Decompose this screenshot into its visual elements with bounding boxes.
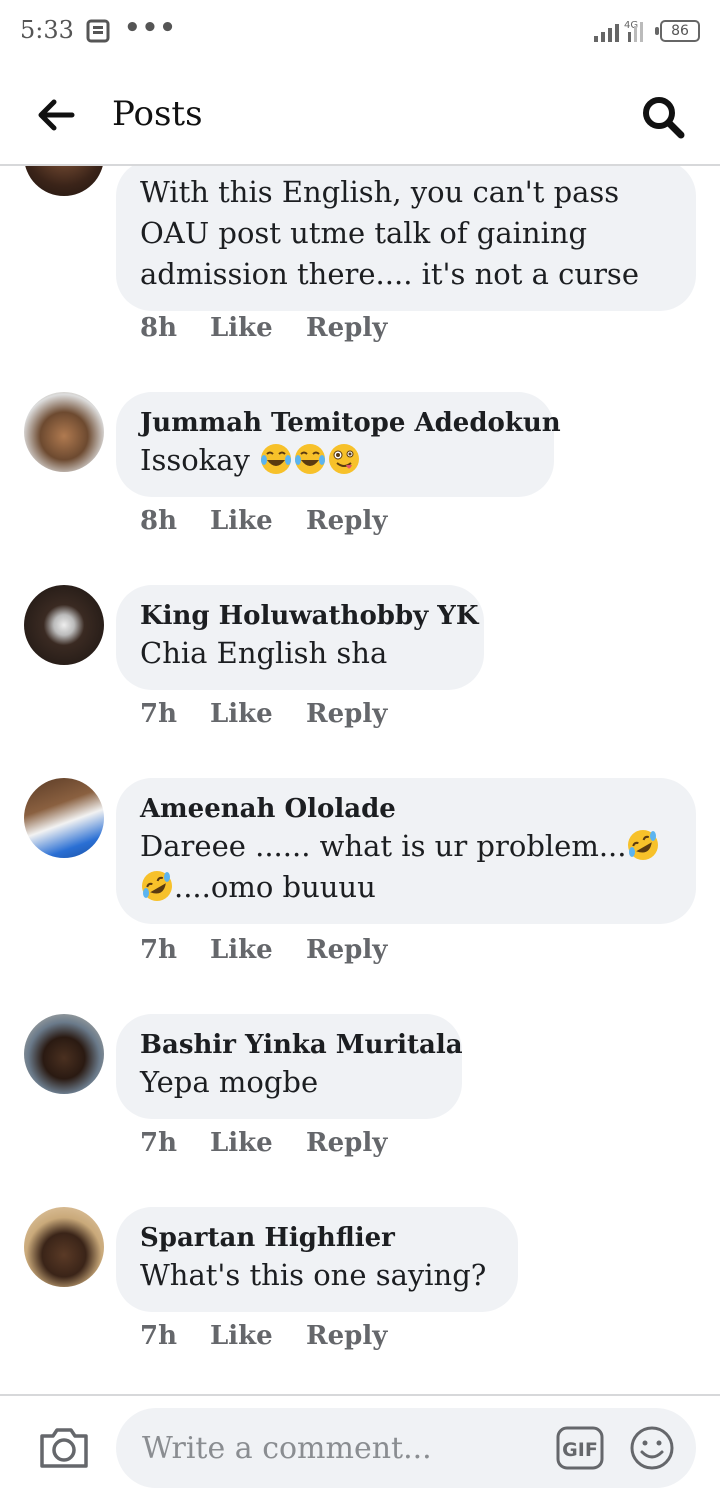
reply-button[interactable]: Reply: [306, 1128, 387, 1158]
gif-icon[interactable]: GIF: [556, 1426, 604, 1470]
like-button[interactable]: Like: [210, 313, 306, 343]
comment-bubble: Bashir Yinka Muritala Yepa mogbe: [116, 1014, 463, 1119]
comment-text: With this English, you can't pass OAU po…: [140, 175, 639, 291]
back-arrow-icon[interactable]: [36, 98, 76, 132]
comment-author: Bashir Yinka Muritala: [140, 1030, 463, 1060]
comment-bubble: With this English, you can't pass OAU po…: [116, 166, 696, 311]
comment-text: Issokay: [140, 443, 250, 477]
status-time: 5:33: [20, 16, 74, 44]
comment-author: Jummah Temitope Adedokun: [140, 408, 561, 438]
comment-actions: 8h Like Reply: [140, 313, 387, 343]
battery-icon: 86: [655, 20, 700, 42]
comment-text: Yepa mogbe: [140, 1065, 319, 1099]
zany-face-emoji-icon: [329, 444, 360, 474]
avatar[interactable]: [24, 1207, 104, 1287]
like-button[interactable]: Like: [210, 1321, 306, 1351]
comment-text-row: Dareee ...... what is ur problem... ....…: [140, 826, 670, 908]
tears-of-joy-emoji-icon: [295, 444, 326, 474]
top-app-bar: Posts: [0, 64, 720, 166]
search-icon[interactable]: [640, 94, 686, 140]
comment-bubble: Spartan Highflier What's this one saying…: [116, 1207, 518, 1312]
page-title: Posts: [112, 94, 203, 134]
comment-text: What's this one saying?: [140, 1258, 487, 1292]
emoji-picker-icon[interactable]: [628, 1424, 676, 1472]
rolling-laughing-emoji-icon: [628, 830, 659, 860]
comment-time: 7h: [140, 1321, 177, 1351]
like-button[interactable]: Like: [210, 699, 306, 729]
reply-button[interactable]: Reply: [306, 1321, 387, 1351]
comment-actions: 8h Like Reply: [140, 506, 387, 536]
comment-bubble: King Holuwathobby YK Chia English sha: [116, 585, 484, 690]
reply-button[interactable]: Reply: [306, 935, 387, 965]
comment-text: Chia English sha: [140, 636, 388, 670]
like-button[interactable]: Like: [210, 506, 306, 536]
comment-time: 7h: [140, 935, 177, 965]
avatar[interactable]: [24, 166, 104, 196]
comment-actions: 7h Like Reply: [140, 1321, 387, 1351]
reply-button[interactable]: Reply: [306, 313, 387, 343]
comments-list: With this English, you can't pass OAU po…: [0, 166, 720, 1394]
like-button[interactable]: Like: [210, 935, 306, 965]
gif-label: GIF: [562, 1439, 598, 1461]
comment-time: 7h: [140, 1128, 177, 1158]
avatar[interactable]: [24, 585, 104, 665]
signal-icon: 4G: [594, 20, 643, 42]
avatar[interactable]: [24, 392, 104, 472]
avatar[interactable]: [24, 778, 104, 858]
reply-button[interactable]: Reply: [306, 699, 387, 729]
comment-actions: 7h Like Reply: [140, 935, 387, 965]
comment-time: 7h: [140, 699, 177, 729]
comment-time: 8h: [140, 506, 177, 536]
comment-author: Spartan Highflier: [140, 1223, 395, 1253]
comment-actions: 7h Like Reply: [140, 699, 387, 729]
comment-bubble: Jummah Temitope Adedokun Issokay: [116, 392, 561, 497]
comment-actions: 7h Like Reply: [140, 1128, 387, 1158]
tears-of-joy-emoji-icon: [261, 444, 292, 474]
comment-author: Ameenah Ololade: [140, 794, 396, 824]
comment-text: Dareee ...... what is ur problem...: [140, 829, 627, 863]
comment-author: King Holuwathobby YK: [140, 601, 479, 631]
rolling-laughing-emoji-icon: [142, 871, 172, 901]
status-bar: 5:33 ••• 4G 86: [0, 0, 720, 64]
reply-button[interactable]: Reply: [306, 506, 387, 536]
comment-composer: GIF: [0, 1394, 720, 1500]
comment-text-row: Issokay: [140, 440, 528, 481]
more-notifications-icon: •••: [124, 13, 177, 43]
comment-time: 8h: [140, 313, 177, 343]
comment-bubble: Ameenah Ololade Dareee ...... what is ur…: [116, 778, 696, 924]
camera-icon[interactable]: [38, 1424, 90, 1470]
news-icon: [86, 19, 110, 43]
avatar[interactable]: [24, 1014, 104, 1094]
comment-input[interactable]: [116, 1408, 696, 1488]
like-button[interactable]: Like: [210, 1128, 306, 1158]
comment-text: ....omo buuuu: [174, 870, 376, 904]
battery-level: 86: [671, 23, 689, 39]
